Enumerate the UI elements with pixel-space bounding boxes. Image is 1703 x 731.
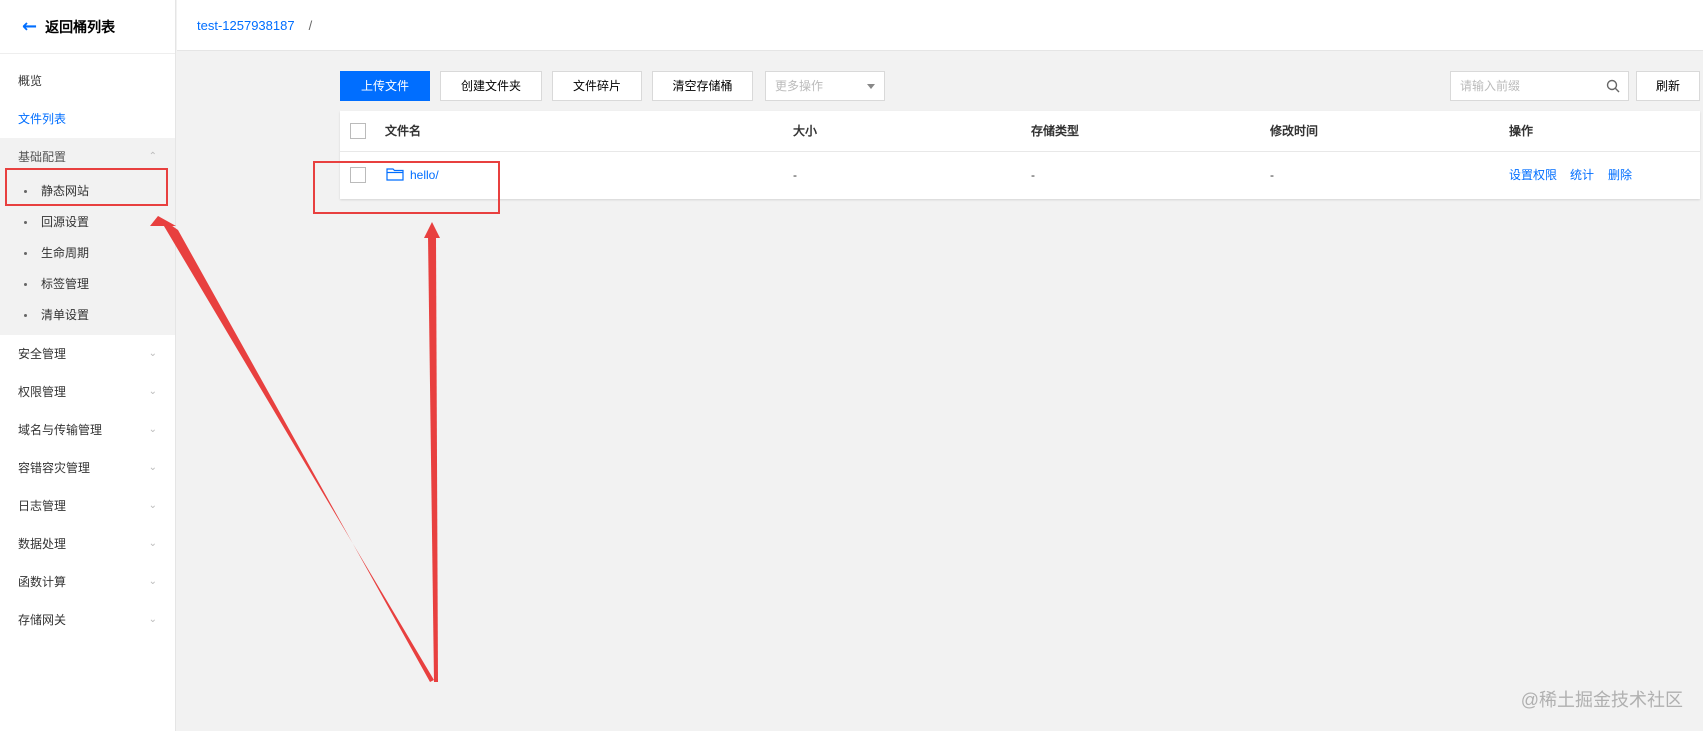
sidebar-item-origin-settings[interactable]: 回源设置 xyxy=(0,207,175,238)
refresh-button[interactable]: 刷新 xyxy=(1636,71,1700,101)
bullet-icon xyxy=(24,252,27,255)
chevron-down-icon: ⌄ xyxy=(148,348,157,359)
file-fragments-button[interactable]: 文件碎片 xyxy=(552,71,642,101)
statistics-link[interactable]: 统计 xyxy=(1570,152,1594,199)
column-header-size: 大小 xyxy=(793,124,818,138)
sidebar-item-label: 容错容灾管理 xyxy=(18,461,91,475)
sidebar-item-label: 回源设置 xyxy=(41,215,90,229)
sidebar-item-tags[interactable]: 标签管理 xyxy=(0,269,175,300)
sidebar-item-logs[interactable]: 日志管理 ⌄ xyxy=(0,487,175,525)
sidebar-item-lifecycle[interactable]: 生命周期 xyxy=(0,238,175,269)
back-to-bucket-list-button[interactable]: ← 返回桶列表 xyxy=(0,0,175,54)
caret-down-icon xyxy=(867,84,875,89)
sidebar-item-permissions[interactable]: 权限管理 ⌄ xyxy=(0,373,175,411)
sidebar-item-label: 标签管理 xyxy=(41,277,90,291)
watermark: @稀土掘金技术社区 xyxy=(1520,690,1683,710)
clear-bucket-button[interactable]: 清空存储桶 xyxy=(652,71,753,101)
column-header-modified: 修改时间 xyxy=(1270,124,1319,138)
delete-link[interactable]: 删除 xyxy=(1608,152,1632,199)
sidebar-item-label: 基础配置 xyxy=(18,150,67,164)
annotation-arrow-left xyxy=(158,216,434,682)
sidebar-item-label: 权限管理 xyxy=(18,385,67,399)
search-icon[interactable] xyxy=(1606,79,1620,93)
sidebar-item-label: 存储网关 xyxy=(18,613,67,627)
back-label: 返回桶列表 xyxy=(45,18,116,35)
chevron-down-icon: ⌄ xyxy=(148,576,157,587)
annotation-arrow-right xyxy=(428,236,438,682)
sidebar-item-label: 日志管理 xyxy=(18,499,67,513)
table-header: 文件名 大小 存储类型 修改时间 操作 xyxy=(340,111,1700,152)
sidebar-item-label: 数据处理 xyxy=(18,537,67,551)
upload-file-button[interactable]: 上传文件 xyxy=(340,71,430,101)
chevron-down-icon: ⌄ xyxy=(148,386,157,397)
set-permissions-link[interactable]: 设置权限 xyxy=(1509,152,1557,199)
breadcrumb: test-1257938187 / xyxy=(177,0,1703,51)
column-header-name: 文件名 xyxy=(385,124,422,138)
select-all-checkbox[interactable] xyxy=(350,123,366,139)
sidebar-item-inventory[interactable]: 清单设置 xyxy=(0,300,175,335)
sidebar-item-label: 安全管理 xyxy=(18,347,67,361)
annotation-arrows xyxy=(150,216,440,682)
more-actions-placeholder: 更多操作 xyxy=(775,79,824,93)
sidebar-item-storage-gateway[interactable]: 存储网关 ⌄ xyxy=(0,601,175,639)
sidebar-item-file-list[interactable]: 文件列表 xyxy=(0,100,175,138)
breadcrumb-separator: / xyxy=(308,17,313,33)
table-row: hello/ - - - 设置权限 统计 删除 xyxy=(340,152,1700,199)
sidebar-item-functions[interactable]: 函数计算 ⌄ xyxy=(0,563,175,601)
chevron-down-icon: ⌄ xyxy=(148,538,157,549)
column-header-actions: 操作 xyxy=(1509,124,1534,138)
sidebar-item-disaster-recovery[interactable]: 容错容灾管理 ⌄ xyxy=(0,449,175,487)
bullet-icon xyxy=(24,221,27,224)
sidebar-item-domain-transfer[interactable]: 域名与传输管理 ⌄ xyxy=(0,411,175,449)
annotation-box-folder xyxy=(313,161,500,214)
search-input[interactable] xyxy=(1451,72,1591,100)
chevron-down-icon: ⌄ xyxy=(148,462,157,473)
sidebar-item-data-processing[interactable]: 数据处理 ⌄ xyxy=(0,525,175,563)
sidebar-item-label: 清单设置 xyxy=(41,308,90,322)
sidebar-item-label: 生命周期 xyxy=(41,246,90,260)
file-storage-class: - xyxy=(1031,168,1035,182)
create-folder-button[interactable]: 创建文件夹 xyxy=(440,71,542,101)
chevron-down-icon: ⌄ xyxy=(148,614,157,625)
sidebar-item-label: 域名与传输管理 xyxy=(18,423,103,437)
sidebar: ← 返回桶列表 概览 文件列表 基础配置 ⌃ 静态网站 回源设置 生命周期 标签… xyxy=(0,0,176,731)
sidebar-item-security[interactable]: 安全管理 ⌄ xyxy=(0,335,175,373)
column-header-storage-class: 存储类型 xyxy=(1031,124,1080,138)
more-actions-select[interactable]: 更多操作 xyxy=(765,71,885,101)
prefix-search xyxy=(1450,71,1629,101)
bullet-icon xyxy=(24,314,27,317)
file-modified-time: - xyxy=(1270,168,1274,182)
annotation-box-static-website xyxy=(5,168,168,206)
breadcrumb-bucket-link[interactable]: test-1257938187 xyxy=(197,18,295,33)
chevron-down-icon: ⌄ xyxy=(148,424,157,435)
file-size: - xyxy=(793,168,797,182)
annotation-arrowhead-right xyxy=(424,222,440,238)
sidebar-item-overview[interactable]: 概览 xyxy=(0,62,175,100)
bullet-icon xyxy=(24,283,27,286)
toolbar: 上传文件 创建文件夹 文件碎片 清空存储桶 更多操作 刷新 xyxy=(340,71,1703,101)
file-table: 文件名 大小 存储类型 修改时间 操作 hello/ - - - 设置权限 统计… xyxy=(340,111,1700,199)
sidebar-item-label: 函数计算 xyxy=(18,575,67,589)
arrow-left-icon: ← xyxy=(22,16,38,37)
chevron-down-icon: ⌄ xyxy=(148,500,157,511)
sidebar-menu: 概览 文件列表 基础配置 ⌃ 静态网站 回源设置 生命周期 标签管理 清单设置 … xyxy=(0,54,175,639)
